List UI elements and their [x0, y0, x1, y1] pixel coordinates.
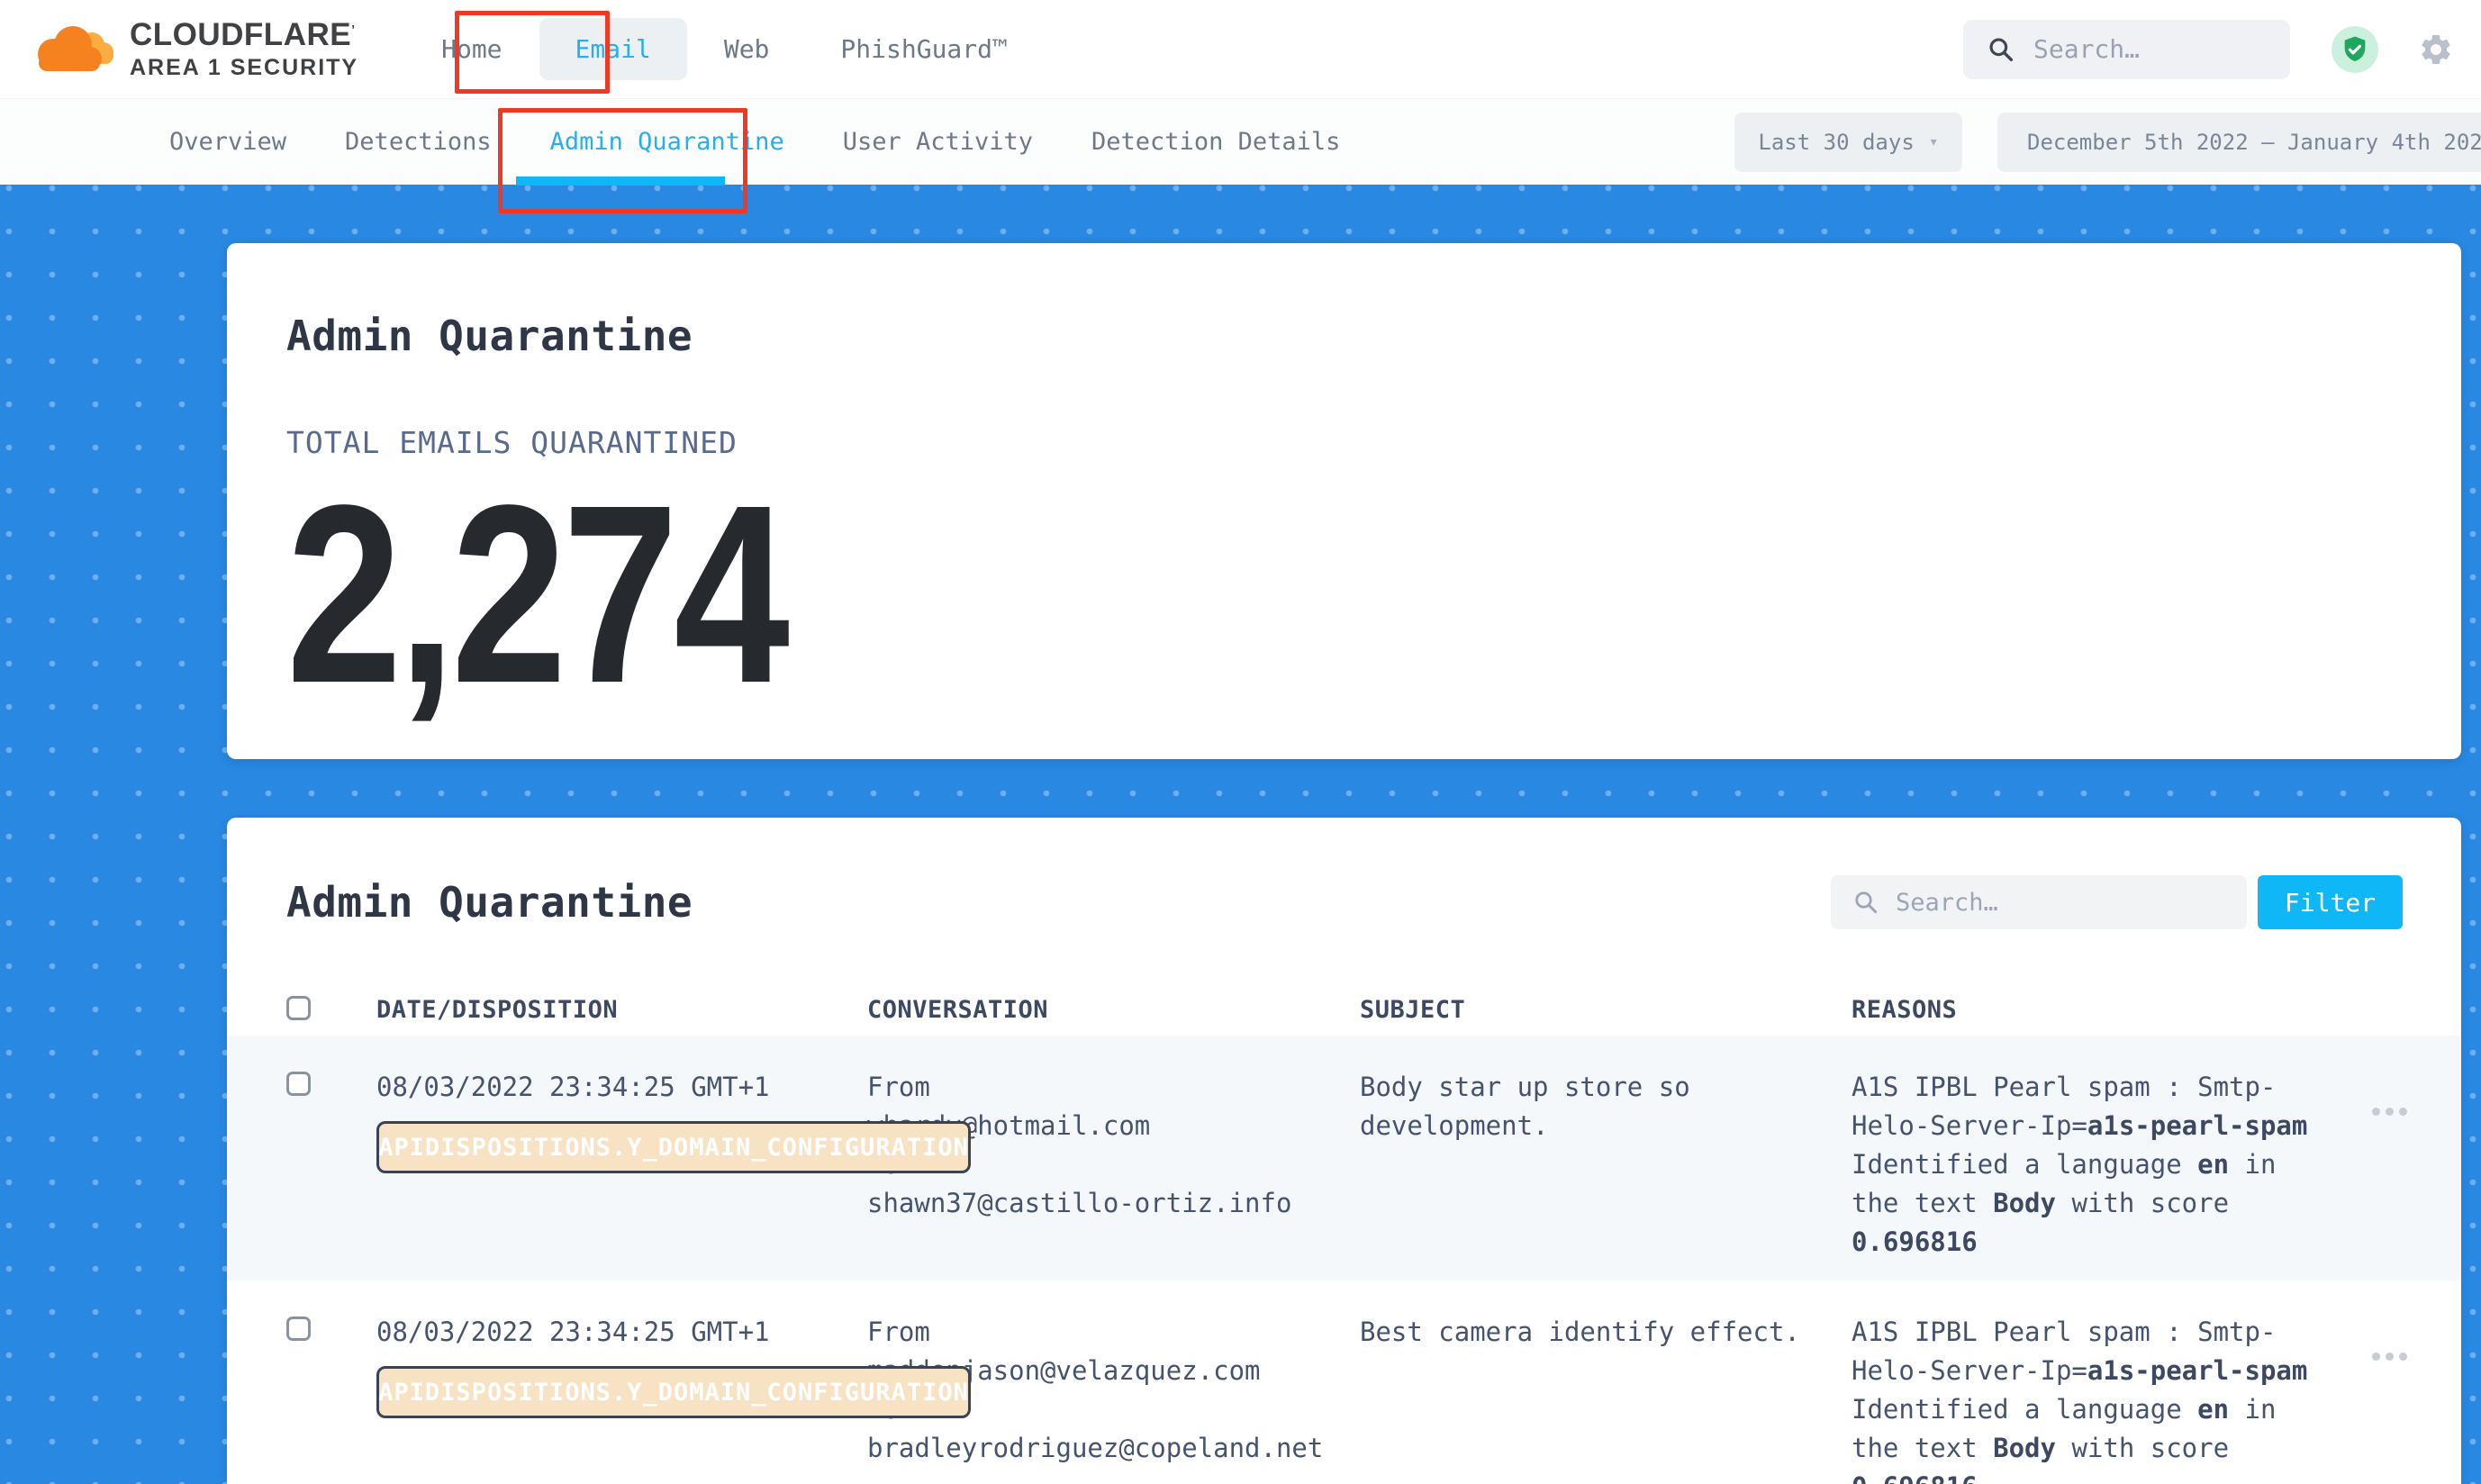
chevron-down-icon: ▾ — [1929, 132, 1939, 151]
conversation-from-label: From — [867, 1068, 1336, 1107]
date-range-display[interactable]: December 5th 2022 — January 4th 2023 — [1997, 113, 2481, 172]
quarantine-table-body: 08/03/2022 23:34:25 GMT+1Fromwhardy@hotm… — [227, 1036, 2461, 1484]
nav-item-email[interactable]: Email — [539, 18, 687, 80]
column-header-conversation: CONVERSATION — [867, 996, 1360, 1024]
row-date: 08/03/2022 23:34:25 GMT+1 — [376, 1280, 867, 1352]
primary-nav: Home Email Web PhishGuard™ — [434, 18, 1015, 80]
row-actions-menu-icon[interactable] — [2372, 1353, 2407, 1361]
column-header-subject: SUBJECT — [1360, 996, 1852, 1024]
table-row: 08/03/2022 23:34:25 GMT+1Frommaddenjason… — [227, 1280, 2461, 1484]
global-search-input[interactable]: Search… — [1963, 20, 2290, 79]
summary-card-title: Admin Quarantine — [286, 243, 2402, 360]
tab-detection-details[interactable]: Detection Details — [1091, 128, 1340, 156]
brand-name: CLOUDFLARE’ — [130, 19, 358, 50]
conversation-to-address: bradleyrodriguez@copeland.net — [867, 1429, 1336, 1468]
row-checkbox[interactable] — [286, 1317, 311, 1341]
search-icon — [1987, 35, 2015, 64]
row-subject: Body star up store so development. — [1360, 1036, 1824, 1145]
disposition-badge: APIDISPOSITIONS.Y_DOMAIN_CONFIGURATION — [376, 1121, 971, 1173]
settings-gear-icon[interactable] — [2418, 32, 2454, 68]
date-range-preset-dropdown[interactable]: Last 30 days ▾ — [1734, 113, 1962, 172]
row-actions-menu-icon[interactable] — [2372, 1108, 2407, 1116]
row-subject: Best camera identify effect. — [1360, 1280, 1824, 1352]
table-row: 08/03/2022 23:34:25 GMT+1Fromwhardy@hotm… — [227, 1036, 2461, 1280]
row-date: 08/03/2022 23:34:25 GMT+1 — [376, 1036, 867, 1107]
email-subnav: Overview Detections Admin Quarantine Use… — [0, 99, 2481, 185]
tab-user-activity[interactable]: User Activity — [843, 128, 1033, 156]
conversation-to-address: shawn37@castillo-ortiz.info — [867, 1184, 1336, 1223]
column-header-reasons: REASONS — [1852, 996, 2359, 1024]
conversation-from-label: From — [867, 1313, 1336, 1352]
row-reasons: A1S IPBL Pearl spam : Smtp-Helo-Server-I… — [1852, 1036, 2315, 1262]
brand: CLOUDFLARE’ AREA 1 SECURITY — [27, 15, 358, 84]
quarantine-table-card: Admin Quarantine Search… Filter DATE/DIS… — [227, 818, 2461, 1484]
nav-item-home[interactable]: Home — [434, 18, 509, 80]
row-checkbox[interactable] — [286, 1072, 311, 1096]
brand-subtitle: AREA 1 SECURITY — [130, 57, 358, 79]
table-header-row: DATE/DISPOSITION CONVERSATION SUBJECT RE… — [227, 984, 2461, 1036]
quarantine-summary-card: Admin Quarantine TOTAL EMAILS QUARANTINE… — [227, 243, 2461, 759]
tab-admin-quarantine[interactable]: Admin Quarantine — [550, 128, 784, 156]
verified-shield-icon[interactable] — [2332, 26, 2378, 73]
trademark-mark: ’ — [351, 22, 355, 36]
select-all-checkbox[interactable] — [286, 996, 311, 1020]
table-search-placeholder: Search… — [1896, 889, 1998, 917]
tab-overview[interactable]: Overview — [169, 128, 286, 156]
topnav-right: Search… — [1963, 20, 2454, 79]
column-header-date: DATE/DISPOSITION — [376, 996, 867, 1024]
tab-detections[interactable]: Detections — [345, 128, 492, 156]
table-search-input[interactable]: Search… — [1831, 875, 2247, 929]
search-icon — [1852, 889, 1879, 916]
row-reasons: A1S IPBL Pearl spam : Smtp-Helo-Server-I… — [1852, 1280, 2315, 1484]
nav-item-phishguard[interactable]: PhishGuard™ — [833, 18, 1014, 80]
global-search-placeholder: Search… — [2033, 34, 2140, 64]
active-tab-underline — [516, 176, 725, 186]
main-content: Admin Quarantine TOTAL EMAILS QUARANTINE… — [0, 185, 2481, 1484]
metric-value: 2,274 — [286, 467, 2021, 721]
nav-item-web[interactable]: Web — [717, 18, 777, 80]
table-card-title: Admin Quarantine — [286, 878, 693, 927]
filter-button[interactable]: Filter — [2258, 875, 2403, 929]
top-navbar: CLOUDFLARE’ AREA 1 SECURITY Home Email W… — [0, 0, 2481, 99]
disposition-badge: APIDISPOSITIONS.Y_DOMAIN_CONFIGURATION — [376, 1366, 971, 1418]
cloudflare-logo-icon — [27, 15, 117, 84]
